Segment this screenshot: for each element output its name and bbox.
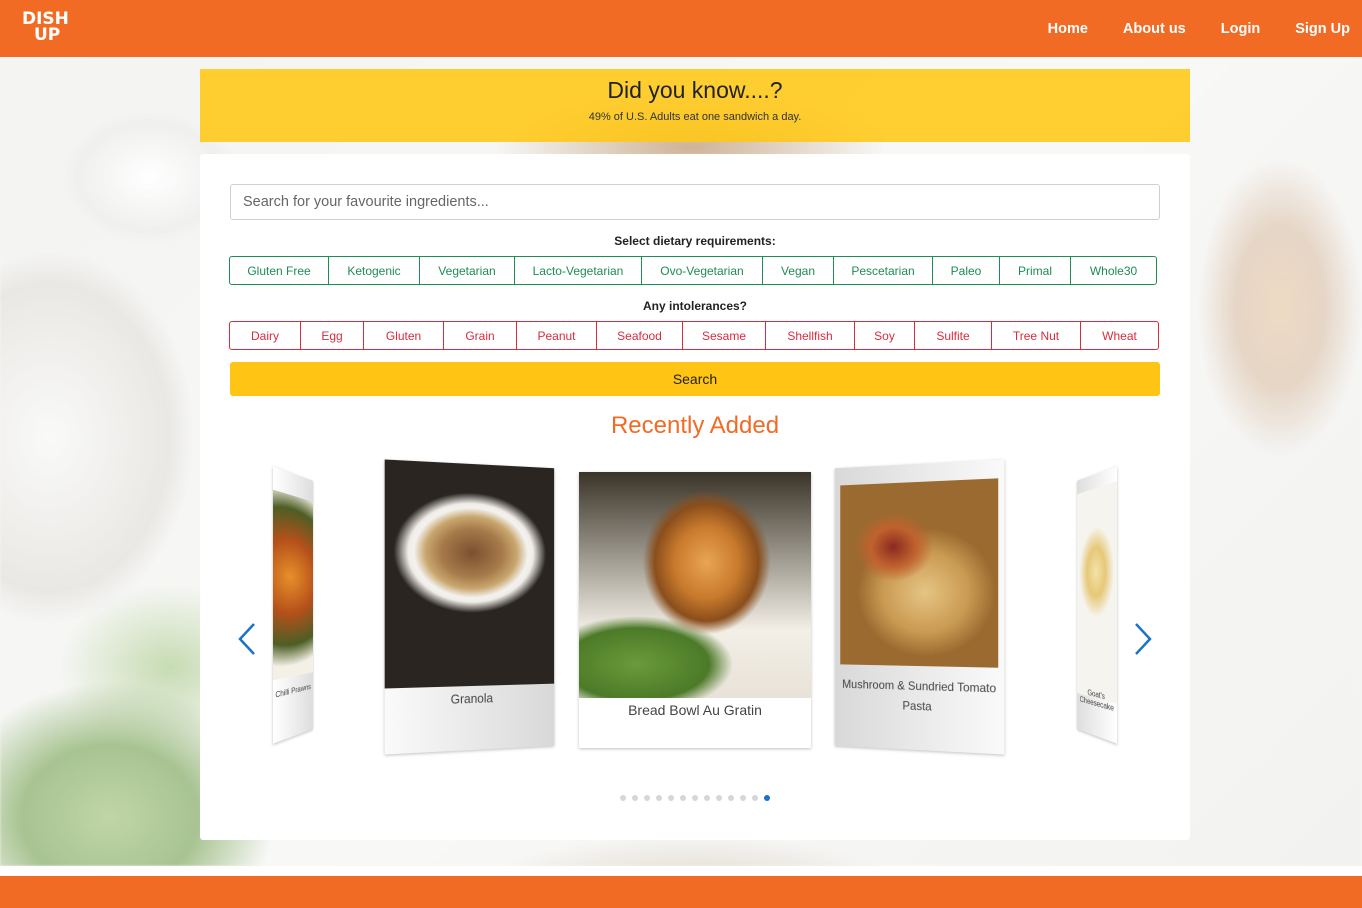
chevron-right-icon[interactable] [1130, 621, 1154, 657]
intolerance-chip-peanut[interactable]: Peanut [516, 321, 597, 350]
chevron-left-icon[interactable] [236, 621, 260, 657]
recipe-image [272, 489, 313, 681]
carousel-dot[interactable] [740, 795, 746, 801]
fact-banner-text: 49% of U.S. Adults eat one sandwich a da… [588, 111, 802, 123]
intolerance-chip-shellfish[interactable]: Shellfish [765, 321, 855, 350]
recipe-image [384, 459, 555, 689]
carousel-dot[interactable] [644, 795, 650, 801]
carousel-pagination [200, 795, 1190, 801]
recipe-caption: Granola [450, 691, 493, 707]
nav-links: Home About us Login Sign Up [1013, 0, 1350, 57]
recipe-caption: Bread Bowl Au Gratin [628, 702, 762, 718]
diet-chip-pescetarian[interactable]: Pescetarian [833, 256, 933, 285]
footer-spacer [0, 866, 1362, 876]
navbar: DISH UP Home About us Login Sign Up [0, 0, 1362, 57]
nav-home-link[interactable]: Home [1048, 21, 1088, 37]
carousel-dot[interactable] [704, 795, 710, 801]
diet-chip-whole30[interactable]: Whole30 [1070, 256, 1157, 285]
recently-added-heading: Recently Added [610, 412, 780, 439]
carousel-slide[interactable]: Mushroom & Sundried Tomato Pasta [834, 459, 1005, 755]
carousel-dot[interactable] [680, 795, 686, 801]
diet-chip-paleo[interactable]: Paleo [932, 256, 1000, 285]
recipe-carousel: Chilli Prawns Granola Bread Bowl Au Grat… [230, 459, 1160, 804]
diet-chip-vegetarian[interactable]: Vegetarian [419, 256, 515, 285]
intolerance-chip-tree-nut[interactable]: Tree Nut [991, 321, 1081, 350]
intolerance-options: Dairy Egg Gluten Grain Peanut Seafood Se… [229, 321, 1159, 350]
carousel-dot[interactable] [728, 795, 734, 801]
intolerance-chip-seafood[interactable]: Seafood [596, 321, 683, 350]
diet-chip-gluten-free[interactable]: Gluten Free [229, 256, 329, 285]
carousel-dot[interactable] [716, 795, 722, 801]
diet-chip-primal[interactable]: Primal [999, 256, 1071, 285]
fact-banner: Did you know....? 49% of U.S. Adults eat… [200, 69, 1190, 142]
logo-line2: UP [34, 25, 61, 45]
recipe-image [579, 472, 811, 698]
intolerance-chip-soy[interactable]: Soy [854, 321, 915, 350]
footer [0, 876, 1362, 908]
carousel-dot[interactable] [692, 795, 698, 801]
diet-chip-ovo-vegetarian[interactable]: Ovo-Vegetarian [641, 256, 763, 285]
diet-chip-lacto-vegetarian[interactable]: Lacto-Vegetarian [514, 256, 642, 285]
intolerance-chip-grain[interactable]: Grain [443, 321, 517, 350]
carousel-dot[interactable] [656, 795, 662, 801]
nav-signup-link[interactable]: Sign Up [1295, 21, 1350, 37]
recipe-caption: Mushroom & Sundried Tomato Pasta [842, 677, 997, 714]
nav-login-link[interactable]: Login [1221, 21, 1260, 37]
intolerance-chip-dairy[interactable]: Dairy [229, 321, 301, 350]
carousel-dot[interactable] [752, 795, 758, 801]
recipe-image [1077, 481, 1118, 704]
ingredient-search-input[interactable] [230, 184, 1160, 220]
intolerance-chip-sulfite[interactable]: Sulfite [914, 321, 992, 350]
logo[interactable]: DISH UP [22, 11, 70, 47]
intolerances-label: Any intolerances? [642, 299, 748, 313]
carousel-slide[interactable]: Granola [384, 459, 555, 755]
fact-banner-title: Did you know....? [607, 77, 783, 103]
nav-about-link[interactable]: About us [1123, 21, 1186, 37]
intolerance-chip-sesame[interactable]: Sesame [682, 321, 766, 350]
carousel-dot[interactable] [668, 795, 674, 801]
search-card: Select dietary requirements: Gluten Free… [200, 154, 1190, 840]
carousel-dot[interactable] [620, 795, 626, 801]
intolerance-chip-egg[interactable]: Egg [300, 321, 364, 350]
carousel-slide[interactable]: Goat's Cheesecake [1077, 466, 1118, 744]
dietary-label: Select dietary requirements: [614, 234, 776, 248]
carousel-slide[interactable]: Chilli Prawns [272, 466, 313, 744]
recipe-caption: Chilli Prawns [275, 682, 311, 700]
diet-chip-ketogenic[interactable]: Ketogenic [328, 256, 420, 285]
intolerance-chip-gluten[interactable]: Gluten [363, 321, 444, 350]
carousel-dot[interactable] [764, 795, 770, 801]
dietary-options: Gluten Free Ketogenic Vegetarian Lacto-V… [229, 256, 1157, 285]
diet-chip-vegan[interactable]: Vegan [762, 256, 834, 285]
recipe-image [840, 478, 999, 668]
carousel-dot[interactable] [632, 795, 638, 801]
intolerance-chip-wheat[interactable]: Wheat [1080, 321, 1159, 350]
carousel-slide[interactable]: Bread Bowl Au Gratin [579, 472, 811, 748]
search-button[interactable]: Search [230, 362, 1160, 396]
